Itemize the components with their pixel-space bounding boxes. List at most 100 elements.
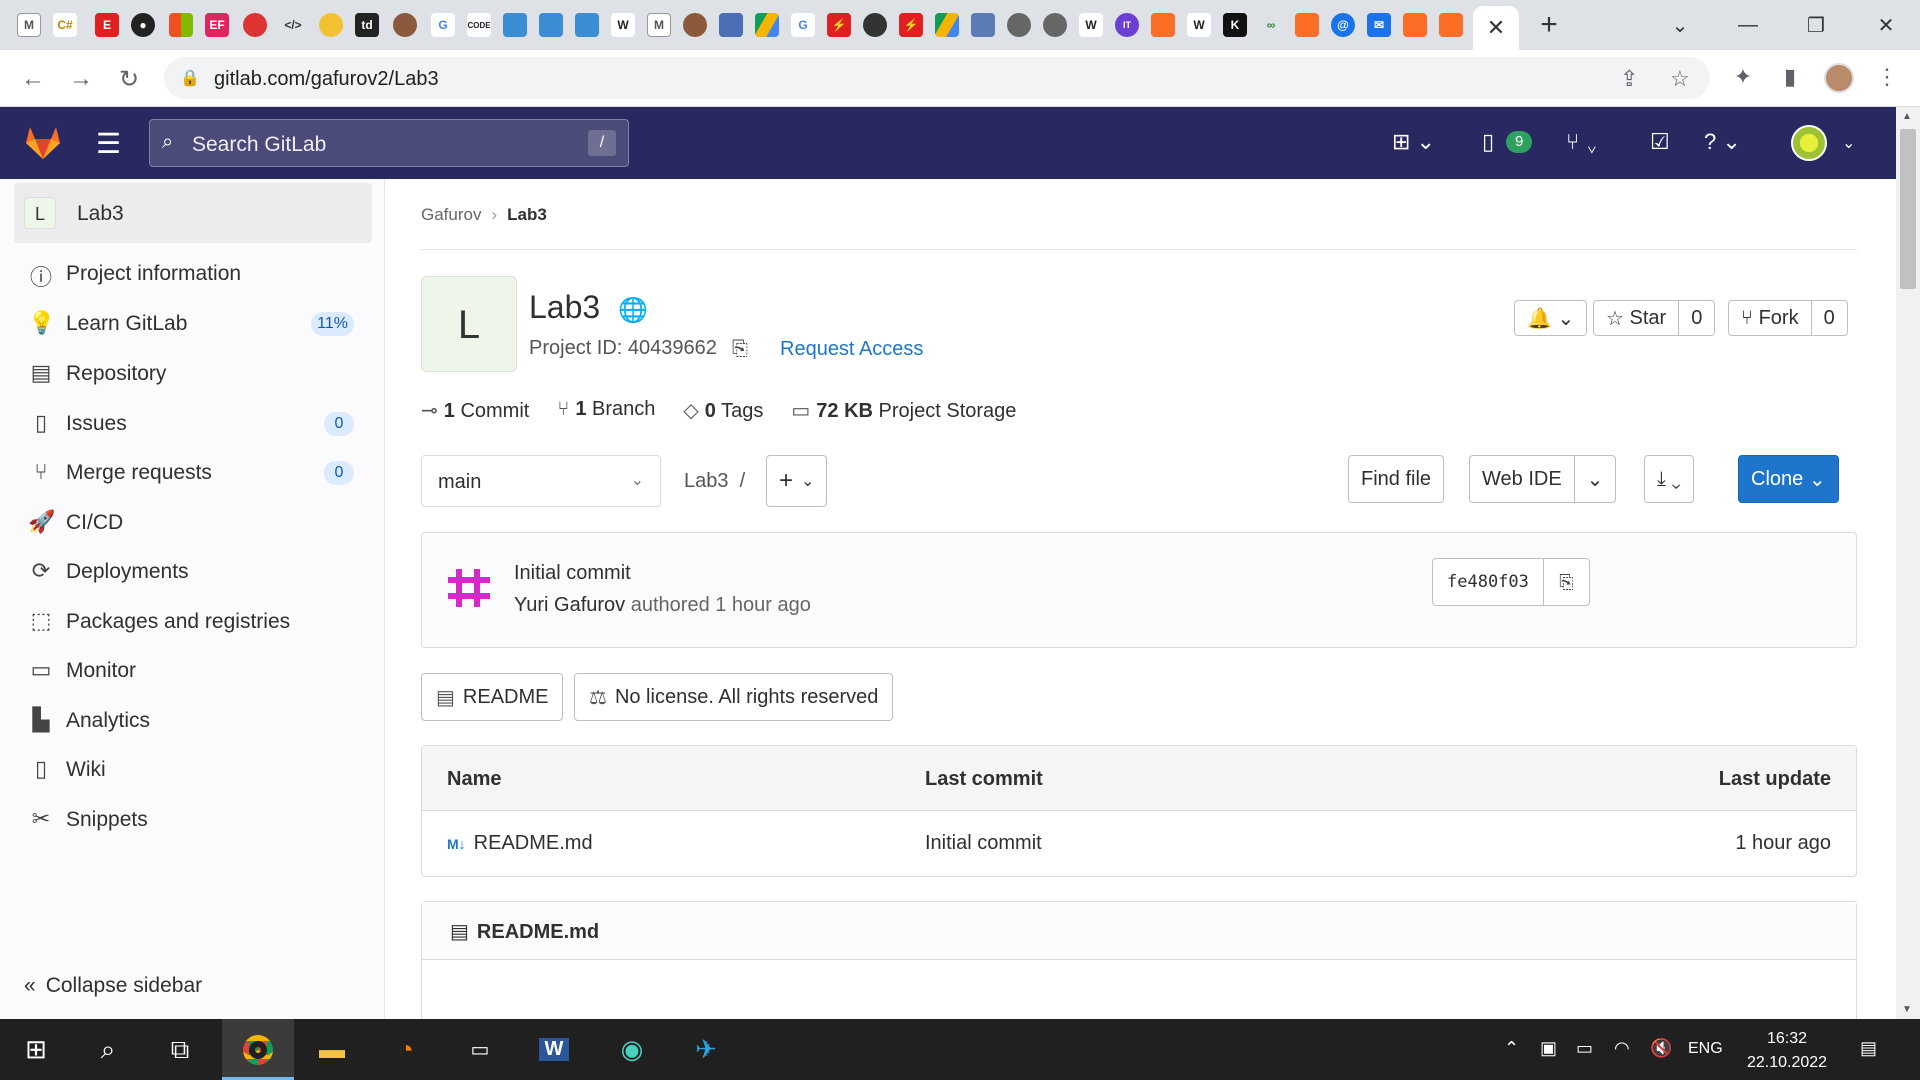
app-icon[interactable]: ◔ <box>370 1019 442 1080</box>
tab-icon[interactable] <box>319 13 343 37</box>
gitlab-tab-icon[interactable] <box>1403 13 1427 37</box>
readme-title[interactable]: README.md <box>477 921 599 943</box>
menu-dots-icon[interactable]: ⋮ <box>1872 64 1902 90</box>
wikipedia-tab-icon[interactable]: W <box>611 13 635 37</box>
collapse-sidebar-button[interactable]: « Collapse sidebar <box>24 974 202 998</box>
fork-count[interactable]: 0 <box>1810 301 1847 335</box>
tab-icon[interactable] <box>575 13 599 37</box>
tab-icon[interactable]: E <box>95 13 119 37</box>
microsoft-tab-icon[interactable] <box>169 13 193 37</box>
terminal-icon[interactable]: ▭ <box>444 1019 516 1080</box>
star-button[interactable]: ☆ Star 0 <box>1593 300 1716 336</box>
tab-icon[interactable]: EF <box>205 13 229 37</box>
sidebar-item-deployments[interactable]: ⟳ Deployments <box>14 550 372 592</box>
merge-requests-icon[interactable]: ⑂ ⌄ <box>1566 129 1599 155</box>
web-ide-button[interactable]: Web IDE ⌄ <box>1469 455 1617 503</box>
copy-icon[interactable]: ⎘ <box>732 338 748 361</box>
forward-icon[interactable]: → <box>64 62 98 96</box>
gitlab-tab-icon[interactable] <box>1295 13 1319 37</box>
branches-stat[interactable]: ⑂ 1 Branch <box>557 398 655 423</box>
wikipedia-tab-icon[interactable]: W <box>1187 13 1211 37</box>
tab-icon[interactable] <box>1007 13 1031 37</box>
tab-icon[interactable]: IT <box>1115 13 1139 37</box>
sidebar-item-analytics[interactable]: ▙ Analytics <box>14 699 372 741</box>
table-row[interactable]: M↓ README.md Initial commit 1 hour ago <box>422 811 1856 877</box>
todo-icon[interactable]: ☑ <box>1650 129 1670 155</box>
td-tab-icon[interactable]: td <box>355 13 379 37</box>
close-window-icon[interactable]: ✕ <box>1866 8 1906 42</box>
tab-icon[interactable] <box>503 13 527 37</box>
restore-icon[interactable]: ❐ <box>1796 8 1836 42</box>
wikipedia-tab-icon[interactable]: W <box>1079 13 1103 37</box>
meet-icon[interactable]: ▣ <box>1540 1038 1557 1059</box>
tab-icon[interactable]: ⚡ <box>899 13 923 37</box>
google-tab-icon[interactable]: G <box>791 13 815 37</box>
google-tab-icon[interactable]: G <box>431 13 455 37</box>
csharp-tab-icon[interactable]: C# <box>53 13 77 37</box>
sidebar-item-merge-requests[interactable]: ⑂ Merge requests 0 <box>14 451 372 493</box>
app-icon[interactable]: ◉ <box>596 1019 668 1080</box>
address-bar[interactable]: 🔒 gitlab.com/gafurov2/Lab3 ⇪ ☆ <box>164 57 1710 99</box>
issues-icon[interactable]: ▯ <box>1482 129 1494 155</box>
code-tab-icon[interactable]: CODE <box>467 13 491 37</box>
tab-icon[interactable]: ∞ <box>1259 13 1283 37</box>
side-panel-icon[interactable]: ▮ <box>1775 64 1805 90</box>
scrollbar-thumb[interactable] <box>1900 129 1916 289</box>
gitlab-logo-icon[interactable] <box>22 121 64 163</box>
repo-path-root[interactable]: Lab3 <box>684 470 729 492</box>
todo-count-badge[interactable]: 9 <box>1506 131 1533 153</box>
url-text[interactable]: gitlab.com/gafurov2/Lab3 <box>214 68 439 91</box>
tab-icon[interactable] <box>971 13 995 37</box>
tray-chevron-up-icon[interactable]: ⌃ <box>1504 1038 1519 1059</box>
clock[interactable]: 16:32 22.10.2022 <box>1742 1027 1832 1075</box>
tab-icon[interactable] <box>1043 13 1067 37</box>
tags-stat[interactable]: ◇ 0 Tags <box>683 398 763 423</box>
tab-icon[interactable]: @ <box>1331 13 1355 37</box>
sidebar-item-issues[interactable]: ▯ Issues 0 <box>14 402 372 444</box>
request-access-link[interactable]: Request Access <box>780 338 923 361</box>
notifications-icon[interactable]: ▤ <box>1860 1038 1877 1059</box>
sidebar-project-header[interactable]: L Lab3 <box>14 183 372 243</box>
back-icon[interactable]: ← <box>16 62 50 96</box>
sidebar-item-wiki[interactable]: ▯ Wiki <box>14 748 372 790</box>
mail-tab-icon[interactable]: ✉ <box>1367 13 1391 37</box>
gmail-tab-icon[interactable]: M <box>17 13 41 37</box>
commit-author[interactable]: Yuri Gafurov <box>514 594 625 616</box>
sidebar-item-project-information[interactable]: ⓘ Project information <box>14 252 372 294</box>
find-file-button[interactable]: Find file <box>1348 455 1445 503</box>
sidebar-item-learn-gitlab[interactable]: 💡 Learn GitLab 11% <box>14 302 372 344</box>
tab-icon[interactable] <box>393 13 417 37</box>
user-avatar[interactable] <box>1791 125 1827 161</box>
profile-avatar[interactable] <box>1824 63 1854 93</box>
commit-sha[interactable]: fe480f03 <box>1433 572 1543 592</box>
breadcrumb-parent[interactable]: Gafurov <box>421 205 481 224</box>
branch-selector[interactable]: main ⌄ <box>421 455 661 507</box>
commits-stat[interactable]: ⊸ 1 Commit <box>421 398 529 423</box>
file-name[interactable]: README.md <box>474 832 593 854</box>
volume-muted-icon[interactable]: 🔇 <box>1650 1038 1672 1059</box>
file-last-commit[interactable]: Initial commit <box>925 832 1042 855</box>
wifi-icon[interactable]: ◠ <box>1614 1038 1630 1059</box>
scroll-up-arrow-icon[interactable]: ▲ <box>1902 111 1912 122</box>
create-new-icon[interactable]: ⊞ ⌄ <box>1392 129 1435 155</box>
star-count[interactable]: 0 <box>1678 301 1714 335</box>
hamburger-menu-icon[interactable]: ☰ <box>96 127 121 160</box>
drive-tab-icon[interactable] <box>755 13 779 37</box>
battery-icon[interactable]: ▭ <box>1576 1038 1593 1059</box>
tab-search-chevron-icon[interactable]: ⌄ <box>1660 8 1700 42</box>
tab-icon[interactable]: ⚡ <box>827 13 851 37</box>
copy-icon[interactable]: ⎘ <box>1542 559 1589 605</box>
bookmark-star-icon[interactable]: ☆ <box>1670 66 1690 92</box>
github-tab-icon[interactable]: ● <box>131 13 155 37</box>
task-view-icon[interactable]: ⧉ <box>144 1019 216 1080</box>
page-scrollbar[interactable]: ▲ ▼ <box>1896 107 1920 1019</box>
drive-tab-icon[interactable] <box>935 13 959 37</box>
readme-button[interactable]: ▤ README <box>421 673 564 721</box>
tab-icon[interactable] <box>863 13 887 37</box>
sidebar-item-packages[interactable]: ⬚ Packages and registries <box>14 600 372 642</box>
gitlab-tab-icon[interactable] <box>1439 13 1463 37</box>
help-icon[interactable]: ? ⌄ <box>1704 129 1741 155</box>
tab-icon[interactable]: M <box>647 13 671 37</box>
breadcrumb-current[interactable]: Lab3 <box>507 205 547 224</box>
minimize-icon[interactable]: — <box>1728 8 1768 42</box>
